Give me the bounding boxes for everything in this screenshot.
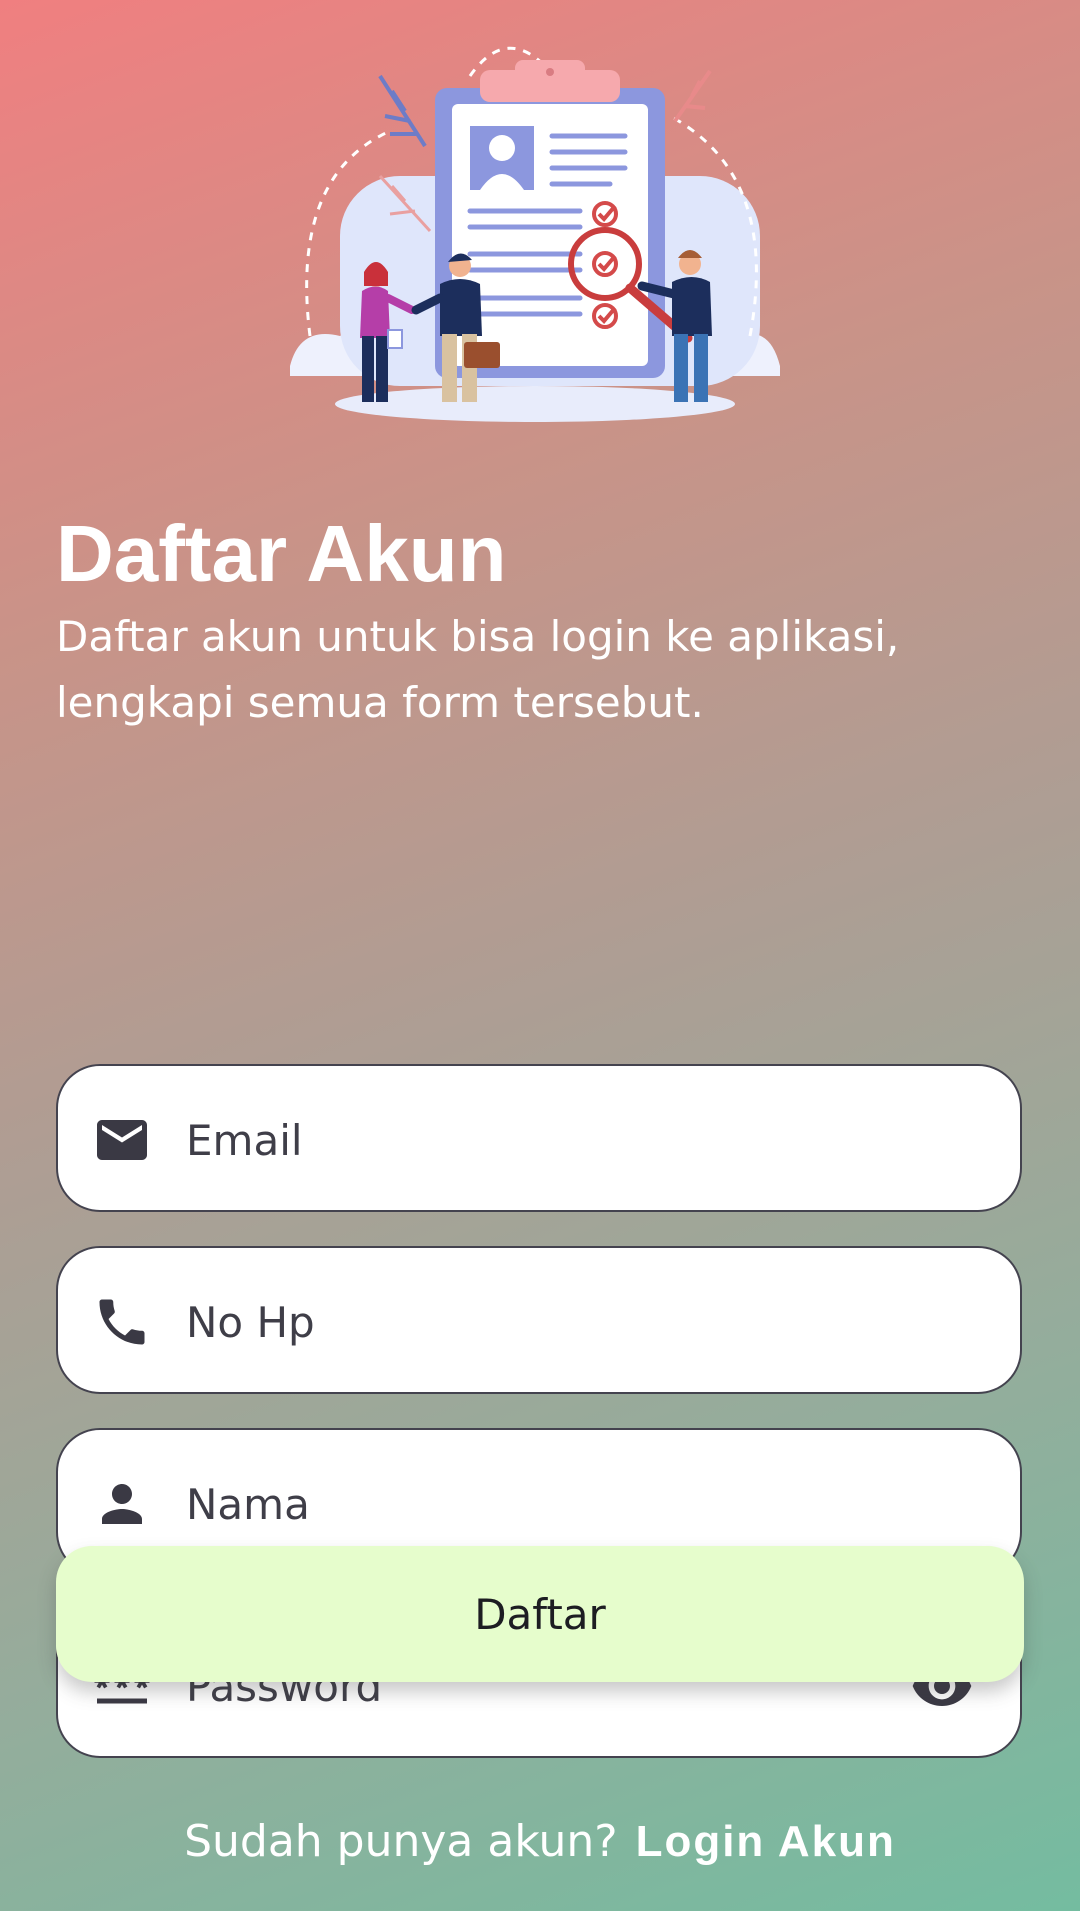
register-button[interactable]: Daftar [56, 1546, 1024, 1682]
email-icon [92, 1110, 152, 1170]
login-prompt-text: Sudah punya akun? [184, 1816, 618, 1867]
person-icon [92, 1474, 152, 1534]
name-input[interactable] [186, 1460, 866, 1548]
page-title: Daftar Akun [56, 509, 507, 598]
email-input[interactable] [186, 1096, 866, 1184]
login-prompt: Sudah punya akun? Login Akun [0, 1816, 1080, 1867]
phone-icon [92, 1292, 152, 1352]
phone-field[interactable] [56, 1246, 1022, 1394]
email-field[interactable] [56, 1064, 1022, 1212]
page-subtitle: Daftar akun untuk bisa login ke aplikasi… [56, 612, 900, 727]
phone-input[interactable] [186, 1278, 866, 1366]
login-link[interactable]: Login Akun [636, 1817, 896, 1866]
registration-illustration [280, 36, 800, 426]
